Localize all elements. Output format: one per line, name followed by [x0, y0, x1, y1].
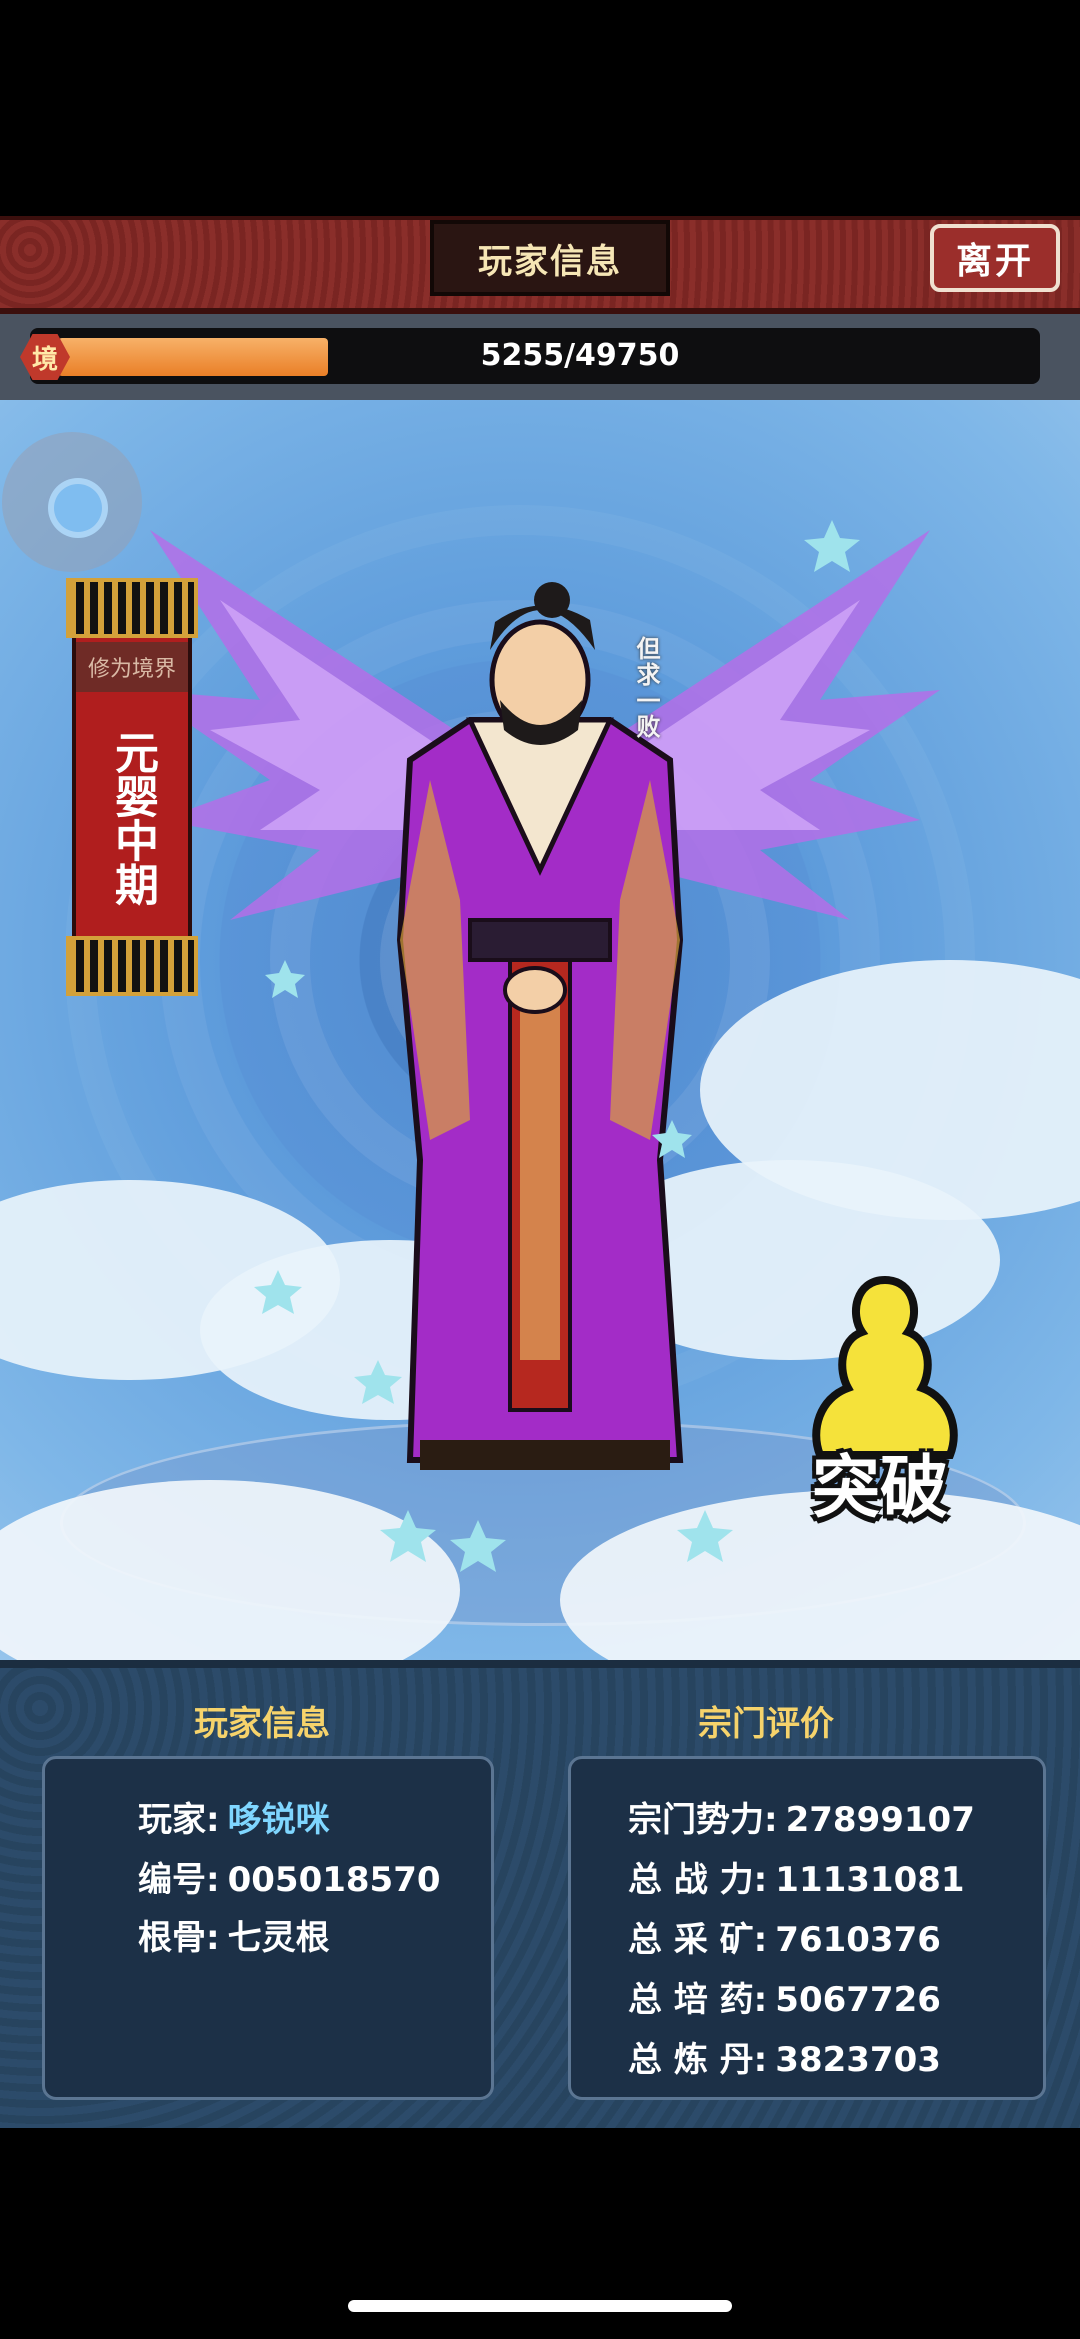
- leave-button[interactable]: 离开: [930, 224, 1060, 292]
- realm-banner: 修为境界 元婴中期: [66, 578, 198, 996]
- breakthrough-button[interactable]: 突破: [780, 1270, 980, 1530]
- row-value: 27899107: [785, 1800, 975, 1840]
- page-title: 玩家信息: [430, 220, 670, 296]
- player-root: 七灵根: [227, 1918, 330, 1958]
- row-label: 总 培 药:: [628, 1980, 768, 2020]
- player-root-row: 根骨: 七灵根: [138, 1910, 330, 1959]
- total-alchemy-row: 总 炼 丹: 3823703: [628, 2032, 941, 2081]
- row-label: 编号:: [138, 1860, 220, 1900]
- banner-bottom-cap: [66, 936, 198, 996]
- sect-eval-title: 宗门评价: [698, 1704, 834, 1744]
- total-mining-row: 总 采 矿: 7610376: [628, 1912, 941, 1961]
- character-motto: 但求一败: [632, 636, 660, 740]
- player-id-row: 编号: 005018570: [138, 1852, 441, 1901]
- row-value: 7610376: [775, 1920, 941, 1960]
- player-name-row: 玩家: 哆锐咪: [138, 1792, 330, 1841]
- total-combat-row: 总 战 力: 11131081: [628, 1852, 965, 1901]
- banner-top-cap: [66, 578, 198, 638]
- realm-progress-fill: [58, 338, 328, 376]
- row-label: 宗门势力:: [628, 1800, 778, 1840]
- realm-caption: 修为境界: [76, 642, 188, 692]
- player-name: 哆锐咪: [227, 1800, 330, 1840]
- row-label: 总 采 矿:: [628, 1920, 768, 1960]
- player-id: 005018570: [227, 1860, 441, 1900]
- row-label: 总 炼 丹:: [628, 2040, 768, 2080]
- total-herb-row: 总 培 药: 5067726: [628, 1972, 941, 2021]
- row-value: 5067726: [775, 1980, 941, 2020]
- row-value: 11131081: [775, 1860, 965, 1900]
- realm-stage: 元婴中期: [107, 730, 158, 906]
- breakthrough-label: 突破: [811, 1449, 948, 1528]
- home-indicator[interactable]: [348, 2300, 732, 2312]
- row-value: 3823703: [775, 2040, 941, 2080]
- row-label: 总 战 力:: [628, 1860, 768, 1900]
- row-label: 玩家:: [138, 1800, 220, 1840]
- row-label: 根骨:: [138, 1918, 220, 1958]
- player-info-title: 玩家信息: [194, 1704, 330, 1744]
- sect-power-row: 宗门势力: 27899107: [628, 1792, 975, 1841]
- realm-progress-text: 5255/49750: [480, 338, 680, 373]
